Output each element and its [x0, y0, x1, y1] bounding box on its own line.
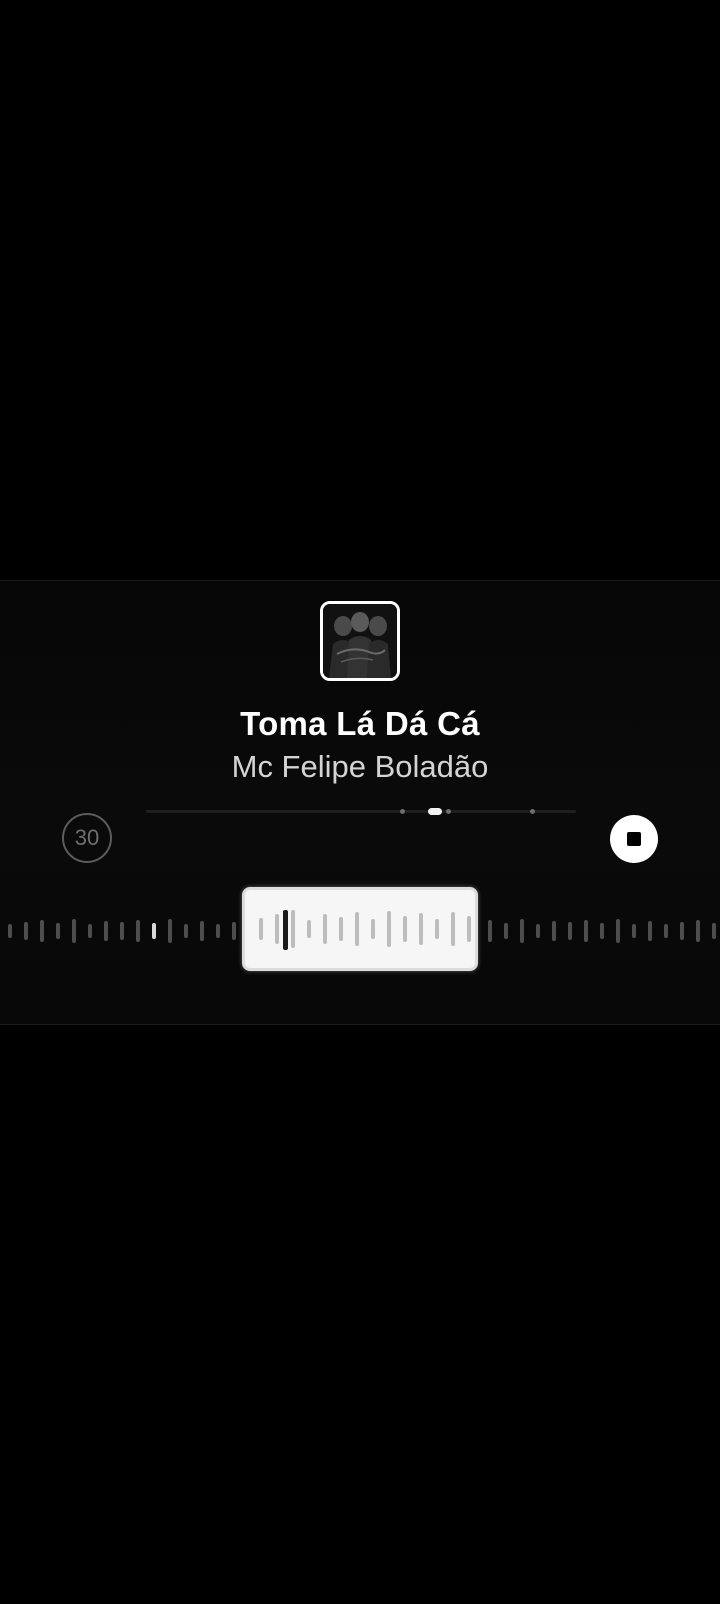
waveform-bar [152, 923, 156, 939]
waveform-bar [24, 922, 28, 940]
waveform-bar [520, 919, 524, 943]
waveform-bar [680, 922, 684, 940]
waveform-bar [568, 922, 572, 940]
song-artist: Mc Felipe Boladão [231, 749, 489, 784]
selected-waveform-bar [259, 918, 263, 940]
selected-waveform-bar [467, 916, 471, 942]
waveform-bar [504, 923, 508, 939]
waveform-bar [552, 921, 556, 941]
selected-waveform-bar [403, 916, 407, 942]
waveform-bar [136, 920, 140, 942]
waveform-bar [168, 919, 172, 943]
song-title: Toma Lá Dá Cá [240, 705, 480, 742]
stop-button[interactable] [610, 815, 658, 863]
waveform-bar [536, 924, 540, 938]
selected-waveform-bar [291, 910, 295, 948]
waveform-bar [664, 924, 668, 938]
selected-waveform-bar [339, 917, 343, 941]
waveform-bar [56, 923, 60, 939]
waveform-bar [120, 922, 124, 940]
waveform-bar [8, 924, 12, 938]
clip-duration-button[interactable]: 30 [62, 813, 112, 863]
progress-marker [400, 809, 405, 814]
waveform-bar [88, 924, 92, 938]
selected-waveform-bar [275, 914, 279, 944]
playhead-marker[interactable] [283, 910, 288, 950]
selected-waveform-bar [419, 913, 423, 945]
selected-waveform-bar [371, 919, 375, 939]
waveform-bar [696, 920, 700, 942]
waveform-bar [600, 923, 604, 939]
progress-marker [530, 809, 535, 814]
progress-marker [446, 809, 451, 814]
waveform-bar [648, 921, 652, 941]
waveform-bar [184, 924, 188, 938]
story-music-editor: Toma Lá Dá Cá Mc Felipe Boladão 30 [0, 0, 720, 1604]
waveform-bar [72, 919, 76, 943]
selected-waveform-bar [323, 914, 327, 944]
song-progress-track[interactable] [146, 808, 576, 815]
waveform-bar [712, 923, 716, 939]
selected-waveform-bar [451, 912, 455, 946]
waveform-bar [200, 921, 204, 941]
music-sticker-panel: Toma Lá Dá Cá Mc Felipe Boladão 30 [0, 580, 720, 1025]
stop-icon [627, 832, 641, 846]
progress-current-position[interactable] [428, 808, 442, 815]
selected-waveform-bar [387, 911, 391, 947]
waveform-bar [104, 921, 108, 941]
waveform-bar [232, 922, 236, 940]
waveform-bar [40, 920, 44, 942]
waveform-bar [632, 924, 636, 938]
waveform-bar [488, 920, 492, 942]
selected-waveform-bar [307, 920, 311, 938]
selected-waveform-bar [355, 912, 359, 946]
waveform-bar [216, 924, 220, 938]
album-art [320, 601, 400, 681]
selected-waveform-bar [435, 919, 439, 939]
waveform-bar [584, 920, 588, 942]
waveform-bar [616, 919, 620, 943]
clip-selection-window[interactable] [242, 887, 478, 971]
album-art-image [323, 604, 397, 678]
